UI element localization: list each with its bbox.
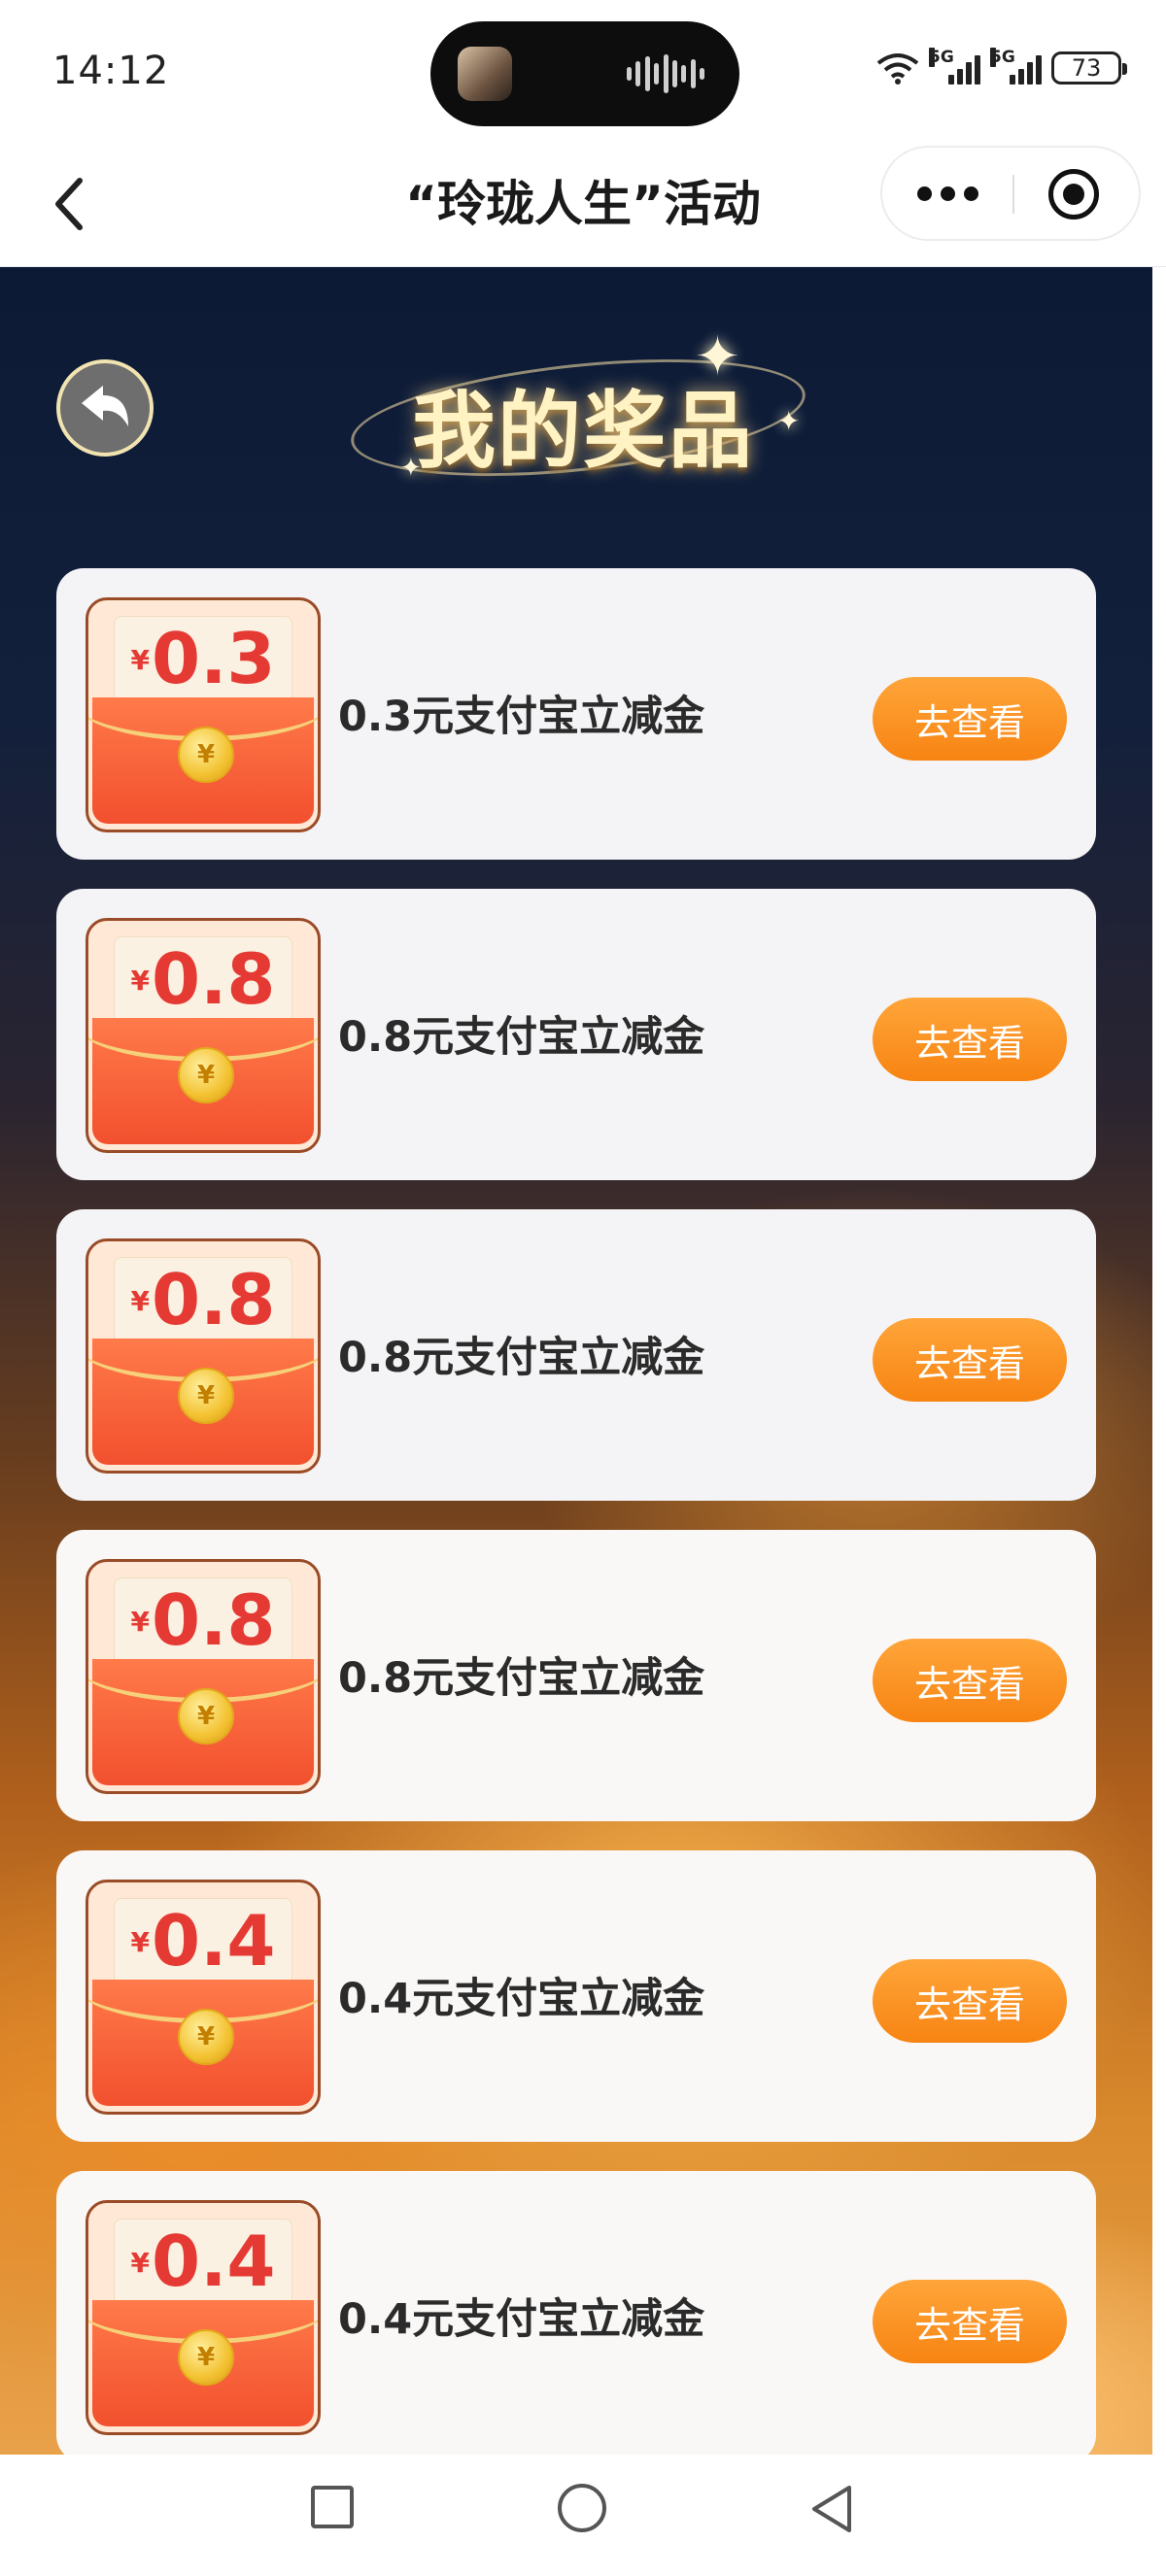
prize-card: ¥0.4 ¥ 0.4元支付宝立减金 去查看 [56, 1850, 1096, 2142]
prize-name: 0.4元支付宝立减金 [338, 2295, 705, 2344]
audio-wave-icon [627, 54, 704, 93]
red-envelope-icon: ¥0.3 ¥ [86, 597, 321, 832]
battery-icon: 73 [1051, 51, 1127, 85]
recent-apps-icon[interactable] [311, 2486, 354, 2528]
view-prize-button[interactable]: 去查看 [873, 677, 1067, 761]
sparkle-icon: ✦ [777, 405, 801, 437]
status-bar: 14:12 5G 5G 73 [0, 0, 1166, 146]
view-prize-button[interactable]: 去查看 [873, 998, 1067, 1081]
red-envelope-icon: ¥0.4 ¥ [86, 2200, 321, 2435]
wifi-icon [876, 53, 919, 85]
prize-card: ¥0.8 ¥ 0.8元支付宝立减金 去查看 [56, 1530, 1096, 1821]
view-prize-button[interactable]: 去查看 [873, 1959, 1067, 2043]
status-time: 14:12 [52, 49, 170, 93]
page-title: “玲珑人生”活动 [405, 176, 761, 232]
prize-name: 0.8元支付宝立减金 [338, 1334, 705, 1382]
return-button[interactable] [56, 359, 154, 457]
prize-name: 0.8元支付宝立减金 [338, 1654, 705, 1703]
sparkle-icon: ✦ [695, 325, 740, 389]
view-prize-button[interactable]: 去查看 [873, 2280, 1067, 2363]
undo-arrow-icon [82, 386, 128, 426]
right-edge-strip [1152, 267, 1166, 2455]
network-type-label: 5G [990, 48, 1015, 67]
prize-card: ¥0.8 ¥ 0.8元支付宝立减金 去查看 [56, 889, 1096, 1180]
prize-page-content: 我的奖品 ✦ ✦ ✦ ¥0.3 ¥ 0.3元支付宝立减金 去查看 [0, 267, 1166, 2455]
system-back-icon[interactable] [806, 2482, 857, 2536]
more-options-icon[interactable] [882, 148, 1012, 239]
red-envelope-icon: ¥0.4 ¥ [86, 1880, 321, 2115]
red-envelope-icon: ¥0.8 ¥ [86, 1238, 321, 1474]
prize-list: ¥0.3 ¥ 0.3元支付宝立减金 去查看 ¥0.8 ¥ [56, 568, 1096, 2455]
coin-icon: ¥ [178, 2329, 234, 2386]
dynamic-island[interactable] [430, 21, 739, 126]
coin-icon: ¥ [178, 727, 234, 783]
back-arrow-icon[interactable] [39, 167, 97, 241]
app-screen: 14:12 5G 5G 73 “玲珑人生”活动 我的奖品 ✦ ✦ ✦ ¥ 0.3… [0, 0, 1166, 2576]
red-envelope-icon: ¥0.8 ¥ [86, 1559, 321, 1794]
coin-icon: ¥ [178, 2009, 234, 2065]
prize-card: ¥0.8 ¥ 0.8元支付宝立减金 去查看 [56, 1209, 1096, 1501]
nav-bar: “玲珑人生”活动 [0, 146, 1166, 267]
view-prize-button[interactable]: 去查看 [873, 1639, 1067, 1722]
mini-program-capsule [880, 146, 1141, 241]
media-thumbnail-icon [458, 47, 512, 101]
sparkle-icon: ✦ [400, 454, 422, 483]
cellular-signal-icon: 5G [929, 48, 980, 85]
battery-level: 73 [1071, 54, 1102, 82]
coin-icon: ¥ [178, 1368, 234, 1424]
capsule-divider [1012, 175, 1014, 214]
coin-icon: ¥ [178, 1688, 234, 1745]
system-nav-bar [0, 2455, 1166, 2576]
red-envelope-icon: ¥0.8 ¥ [86, 918, 321, 1153]
cellular-signal-icon: 5G [990, 48, 1042, 85]
prize-name: 0.3元支付宝立减金 [338, 693, 705, 741]
prize-card: ¥0.3 ¥ 0.3元支付宝立减金 去查看 [56, 568, 1096, 860]
network-type-label: 5G [929, 48, 954, 67]
close-mini-program-icon[interactable] [1048, 169, 1099, 220]
view-prize-button[interactable]: 去查看 [873, 1318, 1067, 1402]
home-icon[interactable] [558, 2484, 606, 2532]
heading-block: 我的奖品 ✦ ✦ ✦ [340, 325, 826, 495]
status-icons: 5G 5G 73 [876, 48, 1127, 87]
prize-card: ¥0.4 ¥ 0.4元支付宝立减金 去查看 [56, 2171, 1096, 2455]
coin-icon: ¥ [178, 1047, 234, 1103]
prize-name: 0.4元支付宝立减金 [338, 1975, 705, 2023]
prize-name: 0.8元支付宝立减金 [338, 1013, 705, 1062]
